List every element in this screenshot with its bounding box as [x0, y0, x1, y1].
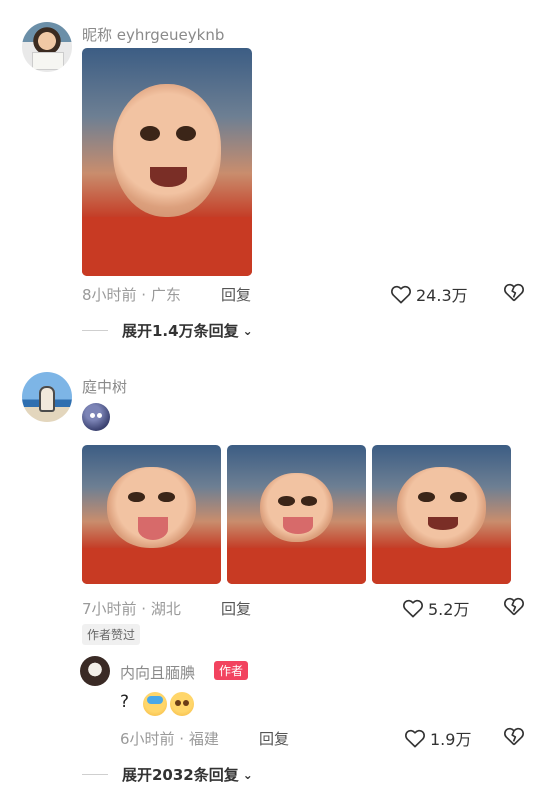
comment-image[interactable] [82, 48, 252, 276]
author-liked-badge: 作者赞过 [82, 624, 141, 645]
reply-username[interactable]: 内向且腼腆 [120, 662, 195, 683]
heart-icon [391, 285, 411, 304]
comment-image[interactable] [82, 445, 221, 584]
chevron-down-icon: ⌄ [242, 323, 253, 338]
chevron-down-icon: ⌄ [242, 767, 253, 782]
comment-meta: 7小时前 · 湖北 [82, 600, 181, 618]
expand-replies-label: 展开2032条回复 [122, 766, 239, 784]
reply-button[interactable]: 回复 [221, 598, 251, 619]
divider-line [82, 330, 108, 331]
expand-replies-button[interactable]: 展开1.4万条回复 ⌄ [82, 320, 253, 341]
like-count: 5.2万 [428, 600, 470, 619]
broken-heart-icon[interactable] [503, 726, 525, 746]
pleading-emoji-icon [170, 692, 194, 716]
heart-icon [403, 599, 423, 618]
comment-image[interactable] [372, 445, 511, 584]
like-count: 1.9万 [430, 730, 472, 749]
sticker-emoji [82, 403, 110, 431]
like-count: 24.3万 [416, 286, 468, 305]
like-button[interactable]: 5.2万 [402, 596, 469, 620]
reply-text: ? [120, 692, 130, 712]
broken-heart-icon[interactable] [503, 596, 525, 616]
avatar[interactable] [80, 656, 110, 686]
crying-emoji-icon [143, 692, 167, 716]
heart-icon [405, 729, 425, 748]
avatar[interactable] [22, 372, 72, 422]
expand-replies-label: 展开1.4万条回复 [122, 322, 239, 340]
avatar[interactable] [22, 22, 72, 72]
comment-meta: 8小时前 · 广东 [82, 286, 181, 304]
author-badge: 作者 [214, 661, 249, 680]
divider-line [82, 774, 108, 775]
comment-username[interactable]: 庭中树 [82, 376, 127, 397]
like-button[interactable]: 24.3万 [390, 282, 468, 306]
like-button[interactable]: 1.9万 [404, 726, 471, 750]
comment-username[interactable]: 昵称 eyhrgeueyknb [82, 24, 224, 45]
reply-button[interactable]: 回复 [259, 728, 289, 749]
comment-image[interactable] [227, 445, 366, 584]
expand-replies-button[interactable]: 展开2032条回复 ⌄ [82, 764, 253, 785]
broken-heart-icon[interactable] [503, 282, 525, 302]
reply-button[interactable]: 回复 [221, 284, 251, 305]
reply-meta: 6小时前 · 福建 [120, 730, 219, 748]
